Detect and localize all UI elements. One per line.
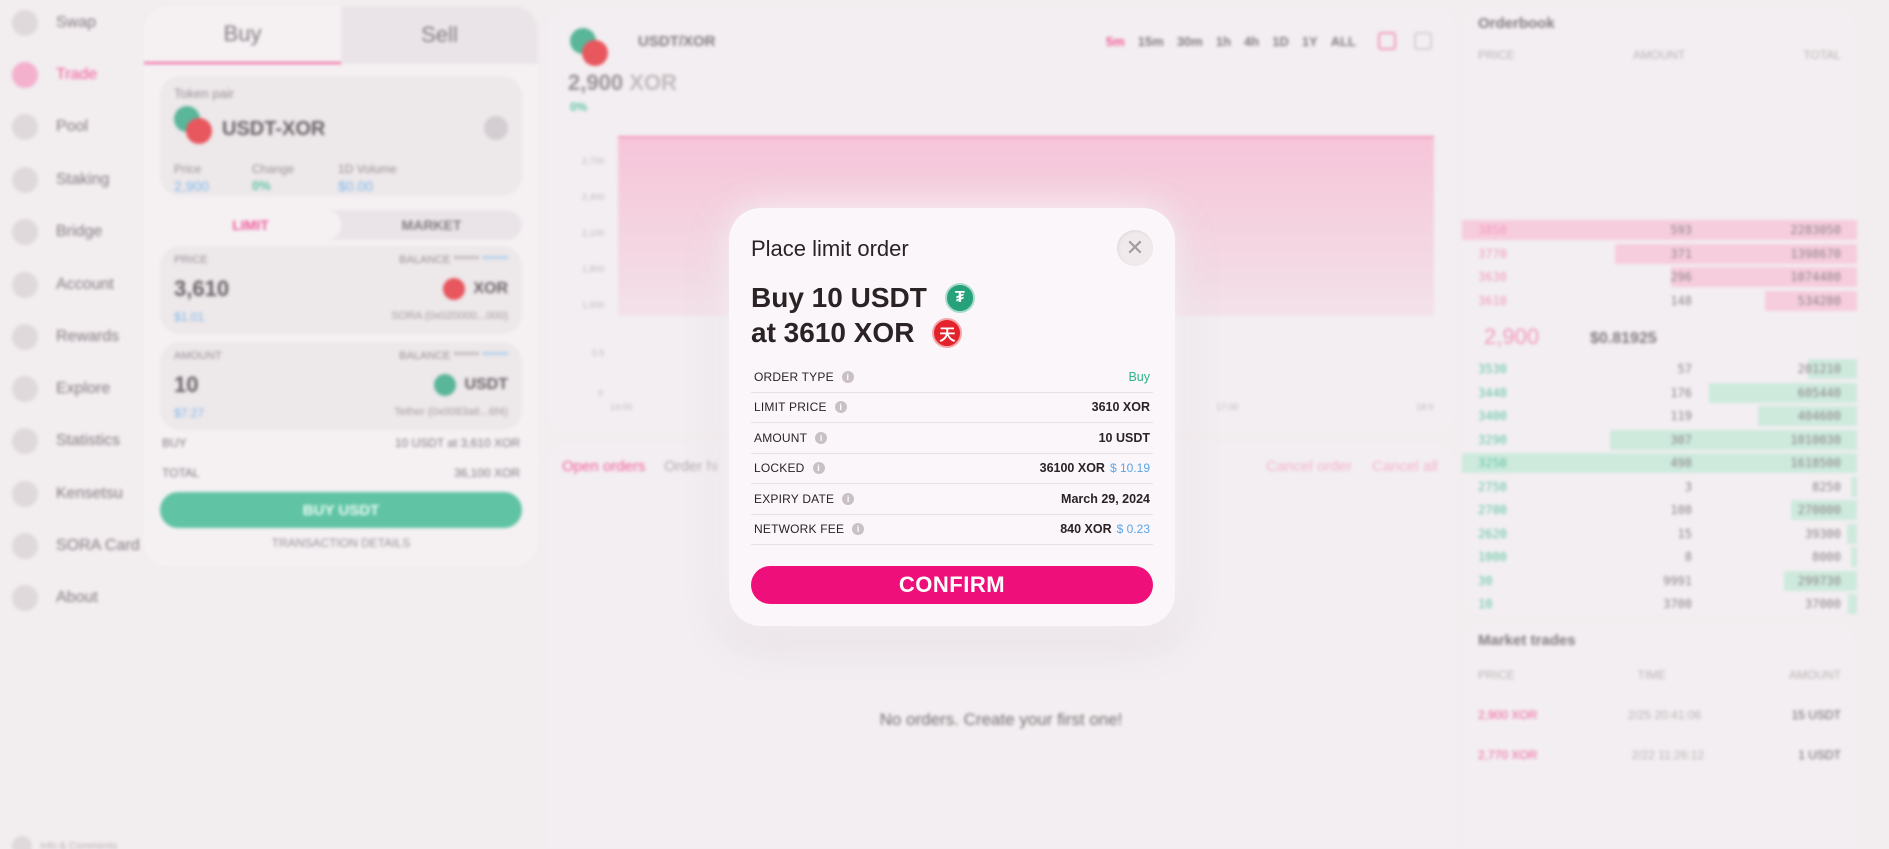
xor-icon: 天: [932, 318, 963, 348]
limit-price-value: 3610 XOR: [1091, 400, 1150, 415]
network-fee-value: 840 XOR $ 0.23: [1060, 522, 1150, 537]
headline-price: at 3610 XOR 天: [751, 317, 963, 349]
close-button[interactable]: ✕: [1117, 230, 1153, 266]
locked-value: 36100 XOR $ 10.19: [1039, 461, 1150, 476]
info-icon[interactable]: i: [841, 370, 854, 383]
usdt-icon: ₮: [944, 283, 975, 313]
order-details: ORDER TYPE i Buy LIMIT PRICE i 3610 XOR AM…: [751, 362, 1153, 545]
expiry-date-value: March 29, 2024: [1061, 491, 1150, 506]
info-icon[interactable]: i: [812, 462, 825, 475]
info-icon[interactable]: i: [842, 492, 855, 505]
order-type-value: Buy: [1128, 369, 1150, 384]
info-icon[interactable]: i: [852, 523, 865, 536]
amount-value: 10 USDT: [1098, 430, 1150, 445]
close-icon: ✕: [1125, 235, 1145, 260]
info-icon[interactable]: i: [815, 431, 828, 444]
detail-row-limit-price: LIMIT PRICE i 3610 XOR: [751, 393, 1153, 423]
headline-buy: Buy 10 USDT ₮: [751, 282, 975, 314]
place-limit-order-dialog: Place limit order ✕ Buy 10 USDT ₮ at 361…: [729, 208, 1175, 626]
detail-row-order-type: ORDER TYPE i Buy: [751, 362, 1153, 393]
detail-row-locked: LOCKED i 36100 XOR $ 10.19: [751, 454, 1153, 484]
detail-row-network-fee: NETWORK FEE i 840 XOR $ 0.23: [751, 515, 1153, 545]
detail-row-amount: AMOUNT i 10 USDT: [751, 423, 1153, 454]
dialog-title: Place limit order: [751, 236, 909, 261]
detail-row-expiry-date: EXPIRY DATE i March 29, 2024: [751, 484, 1153, 515]
confirm-button[interactable]: CONFIRM: [751, 566, 1153, 604]
info-icon[interactable]: i: [834, 401, 847, 414]
